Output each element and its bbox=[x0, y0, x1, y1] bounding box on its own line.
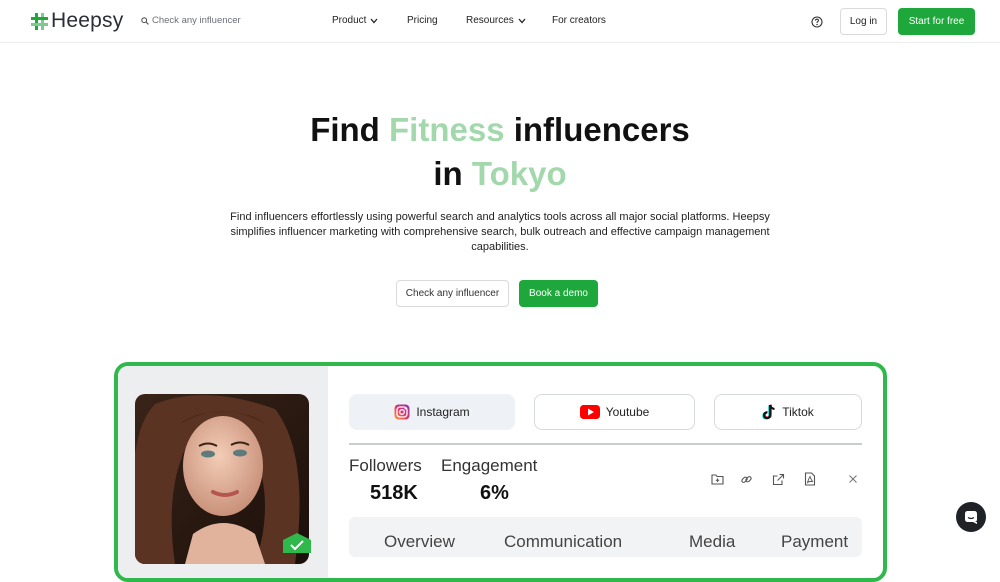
nav-pricing[interactable]: Pricing bbox=[407, 15, 438, 26]
hero-text: Find bbox=[310, 111, 390, 148]
nav-for-creators[interactable]: For creators bbox=[552, 15, 606, 26]
verified-badge-icon bbox=[283, 533, 311, 553]
hero-niche-highlight: Fitness bbox=[389, 111, 505, 148]
followers-label: Followers bbox=[349, 456, 422, 475]
tiktok-icon bbox=[762, 404, 775, 420]
tab-overview[interactable]: Overview bbox=[384, 532, 455, 552]
instagram-icon bbox=[394, 404, 410, 420]
engagement-value: 6% bbox=[480, 482, 509, 504]
brand-name: Heepsy bbox=[51, 9, 124, 32]
close-icon bbox=[849, 475, 857, 483]
hashtag-logo-icon bbox=[31, 12, 48, 30]
hero-text: in bbox=[433, 155, 472, 192]
help-circle-icon bbox=[811, 16, 823, 28]
search-placeholder: Check any influencer bbox=[152, 15, 241, 26]
hero-description: Find influencers effortlessly using powe… bbox=[230, 211, 770, 253]
search-icon bbox=[141, 16, 149, 25]
engagement-label: Engagement bbox=[441, 456, 538, 475]
tab-instagram[interactable]: Instagram bbox=[349, 394, 515, 430]
followers-value: 518K bbox=[370, 482, 418, 504]
pdf-icon bbox=[804, 472, 816, 486]
chat-launcher-button[interactable] bbox=[956, 502, 986, 532]
check-influencer-button[interactable]: Check any influencer bbox=[396, 280, 509, 307]
add-to-folder-icon bbox=[710, 474, 724, 485]
tab-youtube-label: Youtube bbox=[605, 405, 650, 419]
chat-icon bbox=[965, 511, 977, 524]
help-button[interactable] bbox=[811, 15, 823, 33]
tabs-divider bbox=[349, 443, 862, 445]
open-external-button[interactable] bbox=[771, 472, 785, 486]
nav-resources-label: Resources bbox=[466, 15, 514, 26]
profile-section-tabs: Overview Communication Media Payment bbox=[349, 517, 862, 557]
copy-link-button[interactable] bbox=[739, 472, 753, 486]
hero-title-line-2: in Tokyo bbox=[0, 155, 1000, 193]
tab-communication[interactable]: Communication bbox=[504, 532, 622, 552]
tab-tiktok[interactable]: Tiktok bbox=[714, 394, 862, 430]
nav-for-creators-label: For creators bbox=[552, 15, 606, 26]
nav-resources[interactable]: Resources bbox=[466, 15, 526, 26]
nav-product-label: Product bbox=[332, 15, 367, 26]
hero-text: influencers bbox=[504, 111, 690, 148]
tab-youtube[interactable]: Youtube bbox=[534, 394, 695, 430]
tab-instagram-label: Instagram bbox=[416, 405, 470, 419]
hero-title-line-1: Find Fitness influencers bbox=[0, 111, 1000, 149]
tab-media[interactable]: Media bbox=[689, 532, 735, 552]
add-to-folder-button[interactable] bbox=[710, 472, 724, 486]
chevron-down-icon bbox=[370, 18, 378, 23]
external-link-icon bbox=[772, 473, 784, 485]
tab-payment[interactable]: Payment bbox=[781, 532, 848, 552]
top-navigation: Heepsy Check any influencer Product Pric… bbox=[0, 0, 1000, 43]
nav-pricing-label: Pricing bbox=[407, 15, 438, 26]
hero-location-highlight: Tokyo bbox=[471, 155, 567, 192]
chevron-down-icon bbox=[518, 18, 526, 23]
youtube-icon bbox=[579, 405, 600, 419]
tab-tiktok-label: Tiktok bbox=[782, 405, 814, 419]
search-input[interactable]: Check any influencer bbox=[141, 15, 241, 26]
download-pdf-button[interactable] bbox=[803, 472, 817, 486]
login-button[interactable]: Log in bbox=[840, 8, 887, 35]
start-for-free-button[interactable]: Start for free bbox=[898, 8, 975, 35]
nav-product[interactable]: Product bbox=[332, 15, 378, 26]
influencer-profile-card: Instagram Youtube Tiktok Followers 518K … bbox=[114, 362, 887, 582]
close-card-button[interactable] bbox=[846, 472, 860, 486]
book-demo-button[interactable]: Book a demo bbox=[519, 280, 598, 307]
heepsy-logo[interactable]: Heepsy bbox=[31, 9, 123, 33]
profile-sidebar bbox=[118, 366, 328, 578]
link-icon bbox=[740, 475, 752, 483]
